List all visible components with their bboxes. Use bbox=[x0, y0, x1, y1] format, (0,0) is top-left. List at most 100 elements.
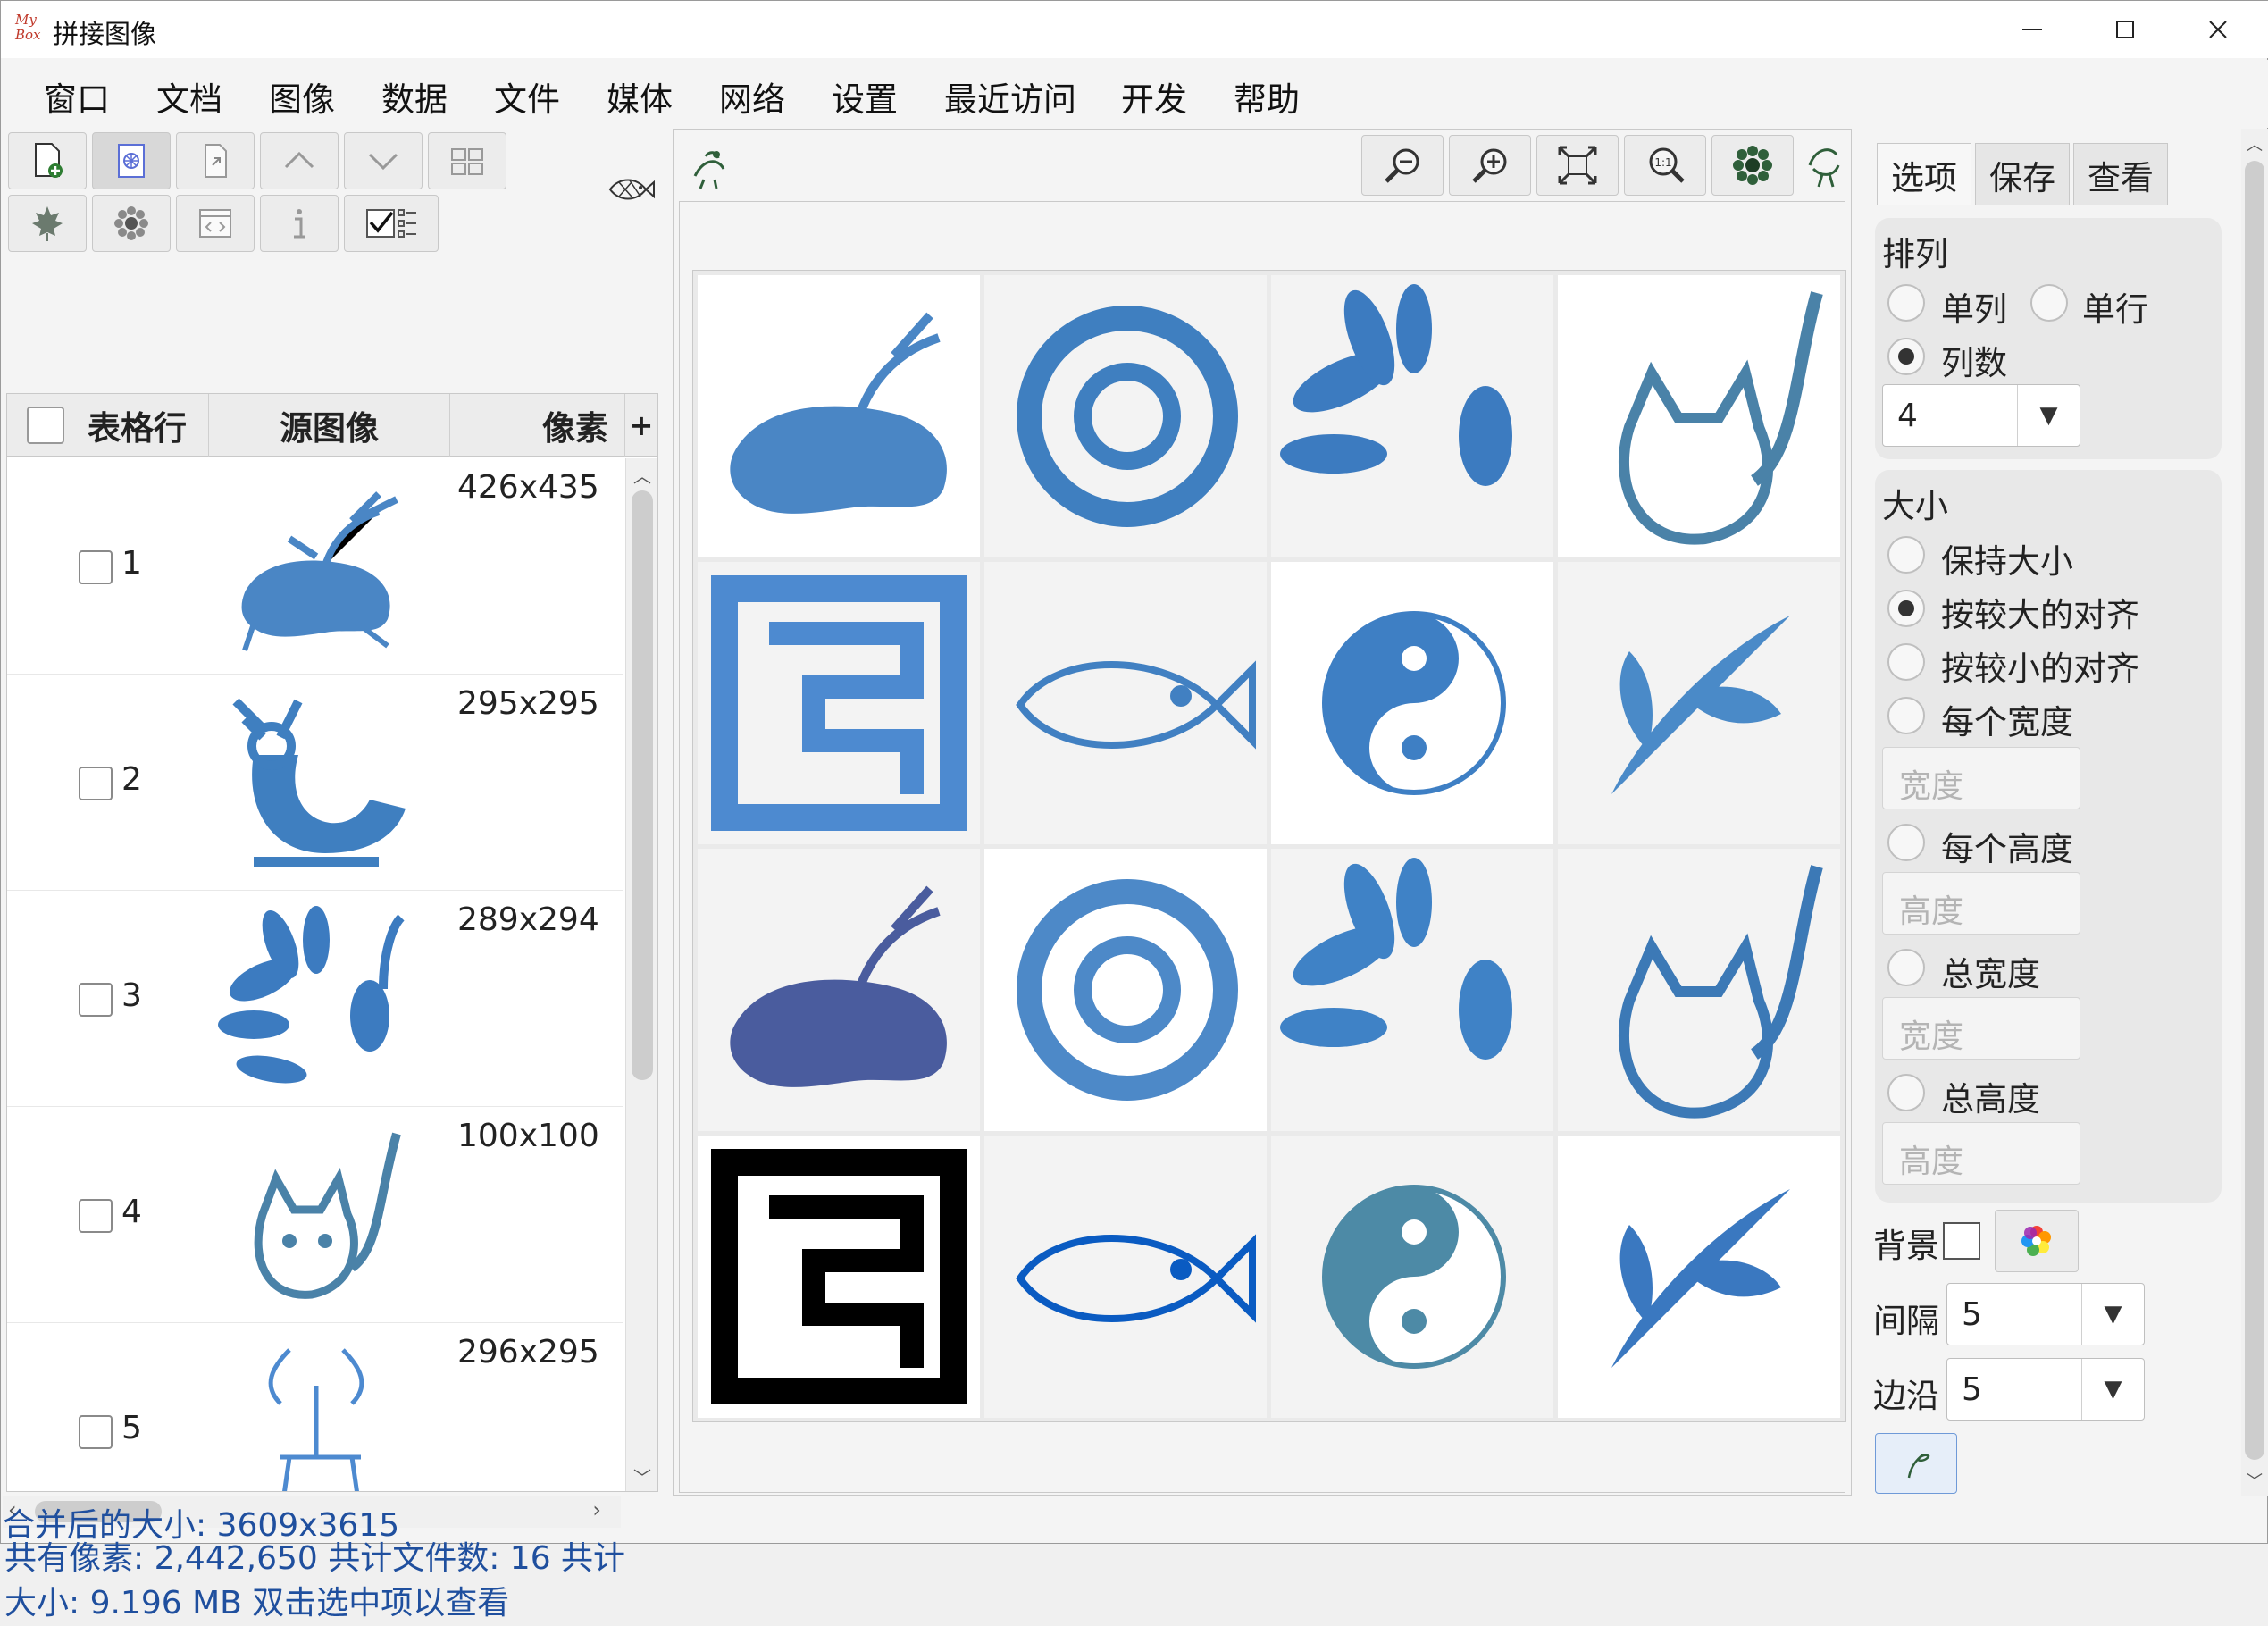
menu-bar: 窗口 文档 图像 数据 文件 媒体 网络 设置 最近访问 开发 帮助 bbox=[1, 60, 2268, 128]
keep-size-radio[interactable] bbox=[1887, 536, 1925, 574]
color-picker-button[interactable] bbox=[1995, 1210, 2079, 1272]
peacock-icon[interactable] bbox=[218, 900, 414, 1098]
row-checkbox[interactable] bbox=[79, 983, 113, 1017]
single-row-radio[interactable] bbox=[2030, 284, 2068, 322]
row-pixels: 295x295 bbox=[457, 685, 599, 722]
menu-recent[interactable]: 最近访问 bbox=[944, 72, 1076, 121]
columns-radio[interactable] bbox=[1887, 338, 1925, 375]
fit-icon bbox=[1558, 146, 1597, 185]
merged-image-canvas[interactable] bbox=[692, 270, 1846, 1422]
row-pixels: 100x100 bbox=[457, 1118, 599, 1154]
cat-icon[interactable] bbox=[218, 1116, 414, 1314]
tab-options[interactable]: 选项 bbox=[1877, 143, 1971, 205]
margin-select[interactable]: 5 ▼ bbox=[1946, 1358, 2145, 1421]
table-header: 表格行 源图像 像素 + bbox=[7, 394, 657, 457]
tab-save[interactable]: 保存 bbox=[1975, 143, 2070, 205]
row-checkbox[interactable] bbox=[79, 1415, 113, 1449]
columns-select[interactable]: 4 ▼ bbox=[1882, 384, 2080, 447]
dragon-image bbox=[1271, 849, 1553, 1131]
row-checkbox[interactable] bbox=[79, 550, 113, 584]
menu-network[interactable]: 网络 bbox=[719, 72, 785, 121]
deer-icon[interactable] bbox=[218, 467, 414, 666]
bird-logo-icon bbox=[1801, 138, 1845, 192]
flower-icon bbox=[1733, 146, 1772, 185]
menu-media[interactable]: 媒体 bbox=[607, 72, 673, 121]
each-height-radio[interactable] bbox=[1887, 824, 1925, 861]
select-all-checkbox[interactable] bbox=[27, 406, 64, 444]
row-index: 4 bbox=[121, 1194, 142, 1230]
deer-bird-icon[interactable] bbox=[218, 683, 414, 882]
arrange-title: 排列 bbox=[1882, 235, 1948, 273]
options-scrollbar[interactable]: ︿ ﹀ bbox=[2241, 129, 2268, 1496]
maximize-button[interactable] bbox=[2079, 1, 2172, 58]
file-export-button[interactable] bbox=[176, 132, 255, 189]
deer-outline-image bbox=[698, 562, 980, 844]
table-row[interactable]: 5 296x295 bbox=[7, 1323, 623, 1492]
move-up-button[interactable] bbox=[260, 132, 339, 189]
crane-image bbox=[1558, 562, 1840, 844]
move-down-button[interactable] bbox=[344, 132, 423, 189]
header-image-column[interactable]: 源图像 bbox=[209, 394, 450, 457]
header-pixels-column[interactable]: 像素 bbox=[450, 394, 625, 457]
align-smaller-radio[interactable] bbox=[1887, 643, 1925, 681]
image-file-button[interactable] bbox=[92, 132, 171, 189]
image-viewer[interactable] bbox=[679, 201, 1846, 1493]
info-button[interactable] bbox=[260, 195, 339, 252]
spacing-select[interactable]: 5 ▼ bbox=[1946, 1283, 2145, 1345]
table-row[interactable]: 3 289x294 bbox=[7, 891, 623, 1107]
total-width-input[interactable]: 宽度 bbox=[1882, 997, 2080, 1060]
fish-icon[interactable] bbox=[607, 172, 655, 207]
single-column-radio[interactable] bbox=[1887, 284, 1925, 322]
image-viewer-panel: 1:1 bbox=[673, 129, 1852, 1496]
fish-image bbox=[984, 849, 1267, 1131]
tab-view[interactable]: 查看 bbox=[2073, 143, 2168, 205]
close-button[interactable] bbox=[2172, 1, 2264, 58]
menu-image[interactable]: 图像 bbox=[269, 72, 335, 121]
add-column-button[interactable]: + bbox=[625, 394, 657, 457]
background-checkbox[interactable] bbox=[1943, 1222, 1980, 1260]
leaf-image bbox=[1271, 1136, 1553, 1418]
row-pixels: 289x294 bbox=[457, 901, 599, 938]
menu-data[interactable]: 数据 bbox=[381, 72, 448, 121]
row-checkbox[interactable] bbox=[79, 1199, 113, 1233]
menu-file[interactable]: 文件 bbox=[494, 72, 560, 121]
total-width-radio[interactable] bbox=[1887, 949, 1925, 986]
flower-button[interactable] bbox=[1711, 135, 1794, 196]
add-file-button[interactable] bbox=[8, 132, 87, 189]
peacock-image bbox=[1271, 275, 1553, 557]
each-width-radio[interactable] bbox=[1887, 697, 1925, 734]
minimize-button[interactable] bbox=[1986, 1, 2079, 58]
menu-help[interactable]: 帮助 bbox=[1234, 72, 1300, 121]
align-larger-radio[interactable] bbox=[1887, 590, 1925, 627]
fit-window-button[interactable] bbox=[1536, 135, 1619, 196]
each-width-input[interactable]: 宽度 bbox=[1882, 747, 2080, 809]
row-index: 2 bbox=[121, 761, 142, 798]
table-row[interactable]: 2 295x295 bbox=[7, 675, 623, 891]
zoom-out-button[interactable] bbox=[1361, 135, 1444, 196]
images-button[interactable] bbox=[428, 132, 506, 189]
total-height-input[interactable]: 高度 bbox=[1882, 1122, 2080, 1185]
cat-image bbox=[1558, 275, 1840, 557]
align-smaller-label: 按较小的对齐 bbox=[1941, 650, 2139, 688]
actual-size-button[interactable]: 1:1 bbox=[1624, 135, 1706, 196]
deer-outline-icon[interactable] bbox=[218, 1332, 414, 1492]
table-row[interactable]: 1 426x435 bbox=[7, 458, 623, 675]
bird-seal-image bbox=[698, 849, 980, 1131]
zoom-in-button[interactable] bbox=[1449, 135, 1531, 196]
maple-leaf-button[interactable] bbox=[8, 195, 87, 252]
menu-document[interactable]: 文档 bbox=[156, 72, 222, 121]
combine-button[interactable] bbox=[1875, 1433, 1957, 1494]
table-vertical-scrollbar[interactable]: ︿ ﹀ bbox=[625, 458, 657, 1491]
menu-window[interactable]: 窗口 bbox=[44, 72, 110, 121]
total-height-radio[interactable] bbox=[1887, 1074, 1925, 1111]
maple-leaf-icon bbox=[32, 206, 63, 241]
sunflower-button[interactable] bbox=[92, 195, 171, 252]
menu-develop[interactable]: 开发 bbox=[1121, 72, 1187, 121]
row-checkbox[interactable] bbox=[79, 767, 113, 800]
header-row-column[interactable]: 表格行 bbox=[7, 394, 209, 457]
code-window-button[interactable] bbox=[176, 195, 255, 252]
menu-settings[interactable]: 设置 bbox=[832, 72, 898, 121]
table-row[interactable]: 4 100x100 bbox=[7, 1107, 623, 1323]
checklist-button[interactable] bbox=[344, 195, 439, 252]
each-height-input[interactable]: 高度 bbox=[1882, 872, 2080, 935]
